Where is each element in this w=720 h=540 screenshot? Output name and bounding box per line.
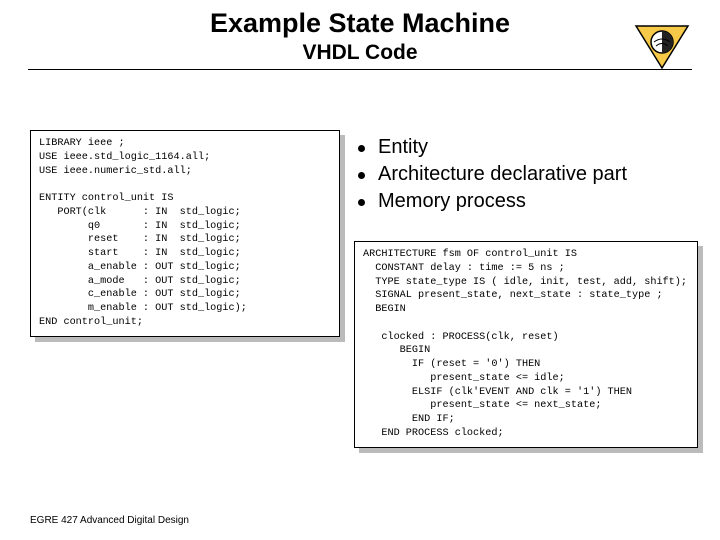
code-block-architecture: ARCHITECTURE fsm OF control_unit IS CONS… <box>354 241 698 448</box>
bullet-list: Entity Architecture declarative part Mem… <box>354 136 698 213</box>
code-block-entity: LIBRARY ieee ; USE ieee.std_logic_1164.a… <box>30 130 340 337</box>
code-block-entity-wrap: LIBRARY ieee ; USE ieee.std_logic_1164.a… <box>30 130 340 337</box>
bullet-architecture: Architecture declarative part <box>354 163 698 186</box>
left-column: LIBRARY ieee ; USE ieee.std_logic_1164.a… <box>30 130 340 351</box>
content-area: LIBRARY ieee ; USE ieee.std_logic_1164.a… <box>0 70 720 448</box>
logo-icon <box>632 22 692 72</box>
slide-header: Example State Machine VHDL Code <box>0 0 720 65</box>
bullet-memory-process: Memory process <box>354 190 698 213</box>
right-column: Entity Architecture declarative part Mem… <box>354 130 698 448</box>
title: Example State Machine <box>0 8 720 39</box>
code-block-arch-wrap: ARCHITECTURE fsm OF control_unit IS CONS… <box>354 241 698 448</box>
footer-text: EGRE 427 Advanced Digital Design <box>30 515 189 526</box>
subtitle: VHDL Code <box>0 41 720 65</box>
bullet-entity: Entity <box>354 136 698 159</box>
